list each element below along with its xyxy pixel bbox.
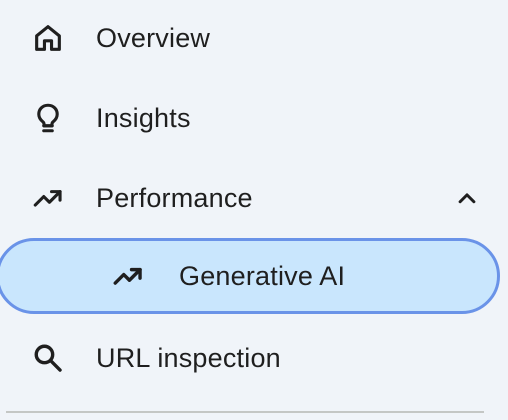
sidebar-item-label: Generative AI xyxy=(179,261,346,291)
sidebar-item-url-inspection[interactable]: URL inspection xyxy=(0,326,508,390)
sidebar-item-insights[interactable]: Insights xyxy=(0,86,508,150)
sidebar-item-label: Performance xyxy=(96,183,253,213)
home-icon xyxy=(31,21,65,55)
trending-up-icon xyxy=(111,259,145,293)
sidebar-item-generative-ai[interactable]: Generative AI xyxy=(0,238,500,314)
sidebar-nav: Overview Insights Performance Generative… xyxy=(0,0,508,420)
sidebar-item-label: Insights xyxy=(96,103,191,133)
divider xyxy=(6,411,484,413)
chevron-up-icon[interactable] xyxy=(452,183,482,213)
trending-up-icon xyxy=(31,181,65,215)
sidebar-item-overview[interactable]: Overview xyxy=(0,6,508,70)
sidebar-item-label: URL inspection xyxy=(96,343,281,373)
sidebar-item-label: Overview xyxy=(96,23,211,53)
search-icon xyxy=(31,341,65,375)
sidebar-item-performance[interactable]: Performance xyxy=(0,166,508,230)
lightbulb-icon xyxy=(31,101,65,135)
